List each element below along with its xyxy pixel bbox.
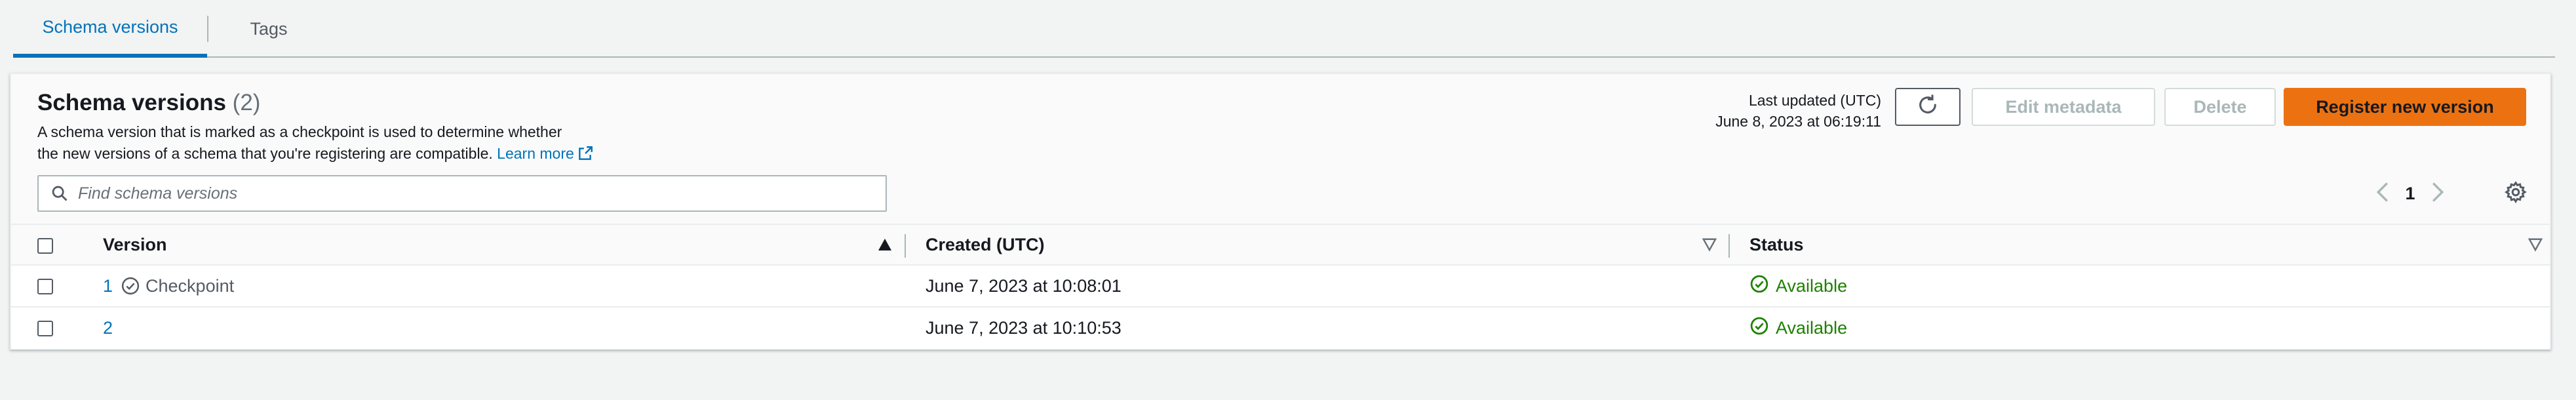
column-header-created[interactable]: Created (UTC) [926, 225, 1045, 264]
gear-icon[interactable] [2504, 180, 2527, 207]
learn-more-link[interactable]: Learn more [497, 145, 594, 162]
last-updated-value: June 8, 2023 at 06:19:11 [1715, 113, 1881, 130]
search-icon [50, 184, 69, 203]
column-divider[interactable] [1728, 234, 1730, 258]
status-cell: Available [1749, 308, 1847, 348]
checkpoint-badge: Checkpoint [121, 276, 234, 296]
register-new-version-button[interactable]: Register new version [2284, 88, 2526, 126]
schema-versions-panel: Schema versions (2) A schema version tha… [10, 73, 2551, 350]
refresh-button[interactable] [1895, 88, 1961, 126]
item-count: (2) [232, 90, 261, 115]
sort-icon[interactable] [1702, 237, 1717, 255]
status-label: Available [1776, 317, 1848, 338]
tab-schema-versions[interactable]: Schema versions [13, 0, 207, 58]
column-header-version[interactable]: Version [103, 225, 167, 264]
previous-page-button[interactable] [2370, 179, 2396, 208]
tab-tags[interactable]: Tags [208, 0, 329, 58]
chevron-right-icon [2430, 181, 2445, 207]
select-all-checkbox[interactable] [37, 238, 53, 254]
column-divider[interactable] [905, 234, 906, 258]
tab-bar: Schema versions Tags [13, 0, 2555, 58]
table-header: Version Created (UTC) Status [11, 224, 2550, 266]
pagination: 1 [2370, 179, 2451, 208]
status-label: Available [1776, 275, 1848, 296]
row-checkbox[interactable] [37, 321, 53, 336]
version-link[interactable]: 1 [103, 276, 113, 296]
chevron-left-icon [2375, 181, 2390, 207]
created-cell: June 7, 2023 at 10:10:53 [926, 317, 1122, 338]
status-cell: Available [1749, 266, 1847, 306]
refresh-icon [1917, 94, 1939, 121]
title-text: Schema versions [37, 90, 226, 115]
check-circle-icon [1749, 316, 1776, 340]
search-input[interactable] [78, 184, 865, 203]
created-cell: June 7, 2023 at 10:08:01 [926, 275, 1122, 296]
description-line-2-text: the new versions of a schema that you're… [37, 145, 493, 162]
panel-header: Schema versions (2) A schema version tha… [11, 74, 2550, 224]
version-link[interactable]: 2 [103, 318, 113, 338]
external-link-icon [577, 145, 594, 168]
table-row[interactable]: 2 June 7, 2023 at 10:10:53 Available [11, 308, 2550, 350]
row-checkbox[interactable] [37, 279, 53, 294]
sort-icon[interactable] [2527, 237, 2543, 255]
description-line-2: the new versions of a schema that you're… [37, 143, 667, 168]
delete-button[interactable]: Delete [2164, 88, 2276, 126]
header-description: A schema version that is marked as a che… [37, 121, 667, 168]
next-page-button[interactable] [2425, 179, 2451, 208]
schema-versions-table: Version Created (UTC) Status 1 Checkpoin… [11, 224, 2550, 350]
check-circle-icon [1749, 274, 1776, 298]
current-page[interactable]: 1 [2396, 184, 2425, 204]
version-cell: 1 Checkpoint [103, 266, 234, 306]
version-cell: 2 [103, 308, 113, 348]
page-title: Schema versions (2) [37, 90, 260, 116]
table-row[interactable]: 1 Checkpoint June 7, 2023 at 10:08:01 Av… [11, 266, 2550, 308]
checkpoint-label: Checkpoint [146, 275, 235, 296]
last-updated-label: Last updated (UTC) [1749, 92, 1881, 109]
sort-ascending-icon[interactable] [877, 237, 893, 255]
last-updated: Last updated (UTC) June 8, 2023 at 06:19… [1715, 90, 1881, 132]
search-box [37, 175, 887, 212]
edit-metadata-button[interactable]: Edit metadata [1972, 88, 2155, 126]
learn-more-label: Learn more [497, 145, 574, 162]
description-line-1: A schema version that is marked as a che… [37, 123, 562, 140]
column-header-status[interactable]: Status [1749, 225, 1804, 264]
